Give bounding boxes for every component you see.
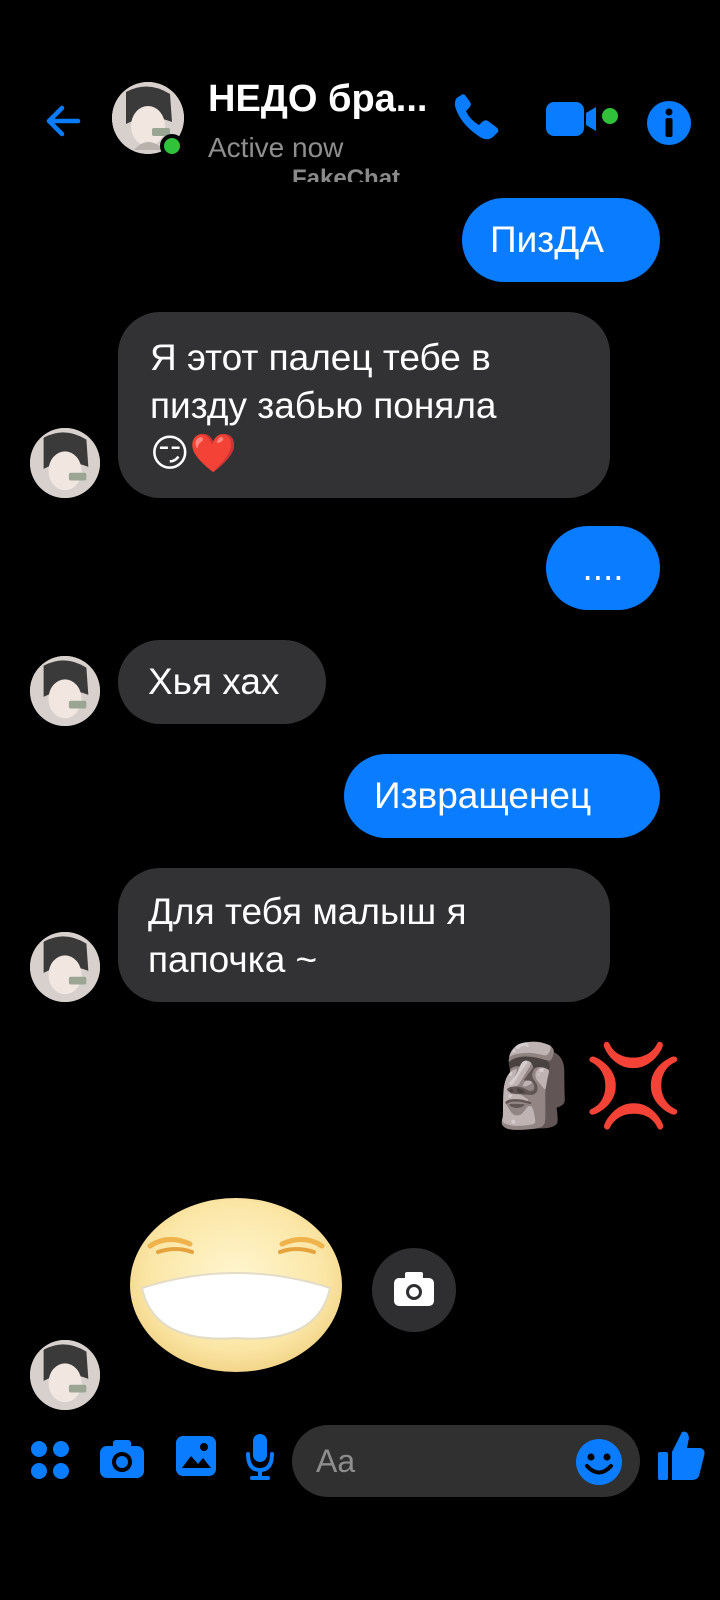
message-emoji: 😏❤️	[150, 433, 237, 475]
emoji-message[interactable]: 🗿💢	[484, 1036, 683, 1136]
message-bubble-received[interactable]: Для тебя малыш я папочка ~	[118, 868, 610, 1002]
online-indicator	[160, 134, 184, 158]
message-input[interactable]: Aa	[292, 1425, 640, 1497]
video-icon[interactable]	[544, 96, 622, 142]
message-text: Я этот палец тебе в пизду забью поняла	[150, 337, 497, 426]
message-text: Извращенец	[374, 775, 592, 816]
contact-avatar-small[interactable]	[30, 656, 100, 726]
message-bubble-sent[interactable]: ....	[546, 526, 660, 610]
back-arrow-icon[interactable]	[38, 96, 88, 146]
gallery-icon[interactable]	[174, 1434, 218, 1478]
message-bubble-received[interactable]: Я этот палец тебе в пизду забью поняла 😏…	[118, 312, 610, 498]
menu-dots-icon[interactable]	[28, 1438, 72, 1482]
phone-icon[interactable]	[450, 90, 502, 144]
message-text: Для тебя малыш я папочка ~	[148, 891, 467, 980]
contact-name[interactable]: НЕДО бра...	[208, 78, 427, 121]
camera-icon[interactable]	[98, 1436, 146, 1480]
grinning-sticker[interactable]	[128, 1196, 344, 1374]
thumbs-up-icon[interactable]	[656, 1428, 706, 1484]
message-bubble-sent[interactable]: ПизДА	[462, 198, 660, 282]
contact-avatar-small[interactable]	[30, 932, 100, 1002]
message-text: ....	[582, 547, 624, 588]
message-bubble-received[interactable]: Хья хах	[118, 640, 326, 724]
message-text: Хья хах	[148, 661, 280, 702]
contact-avatar-small[interactable]	[30, 428, 100, 498]
message-text: ПизДА	[490, 219, 604, 260]
camera-overlay-button[interactable]	[372, 1248, 456, 1332]
microphone-icon[interactable]	[244, 1432, 276, 1482]
info-icon[interactable]	[644, 98, 694, 148]
active-status: Active now	[208, 132, 344, 163]
watermark: FakeChat	[292, 165, 401, 182]
message-composer: Aa	[0, 1420, 720, 1520]
camera-icon	[394, 1272, 434, 1306]
input-placeholder: Aa	[316, 1443, 356, 1479]
chat-header: НЕДО бра... Active now FakeChat	[0, 70, 720, 190]
message-bubble-sent[interactable]: Извращенец	[344, 754, 660, 838]
emoji-icon[interactable]	[574, 1437, 624, 1487]
contact-avatar-small[interactable]	[30, 1340, 100, 1410]
